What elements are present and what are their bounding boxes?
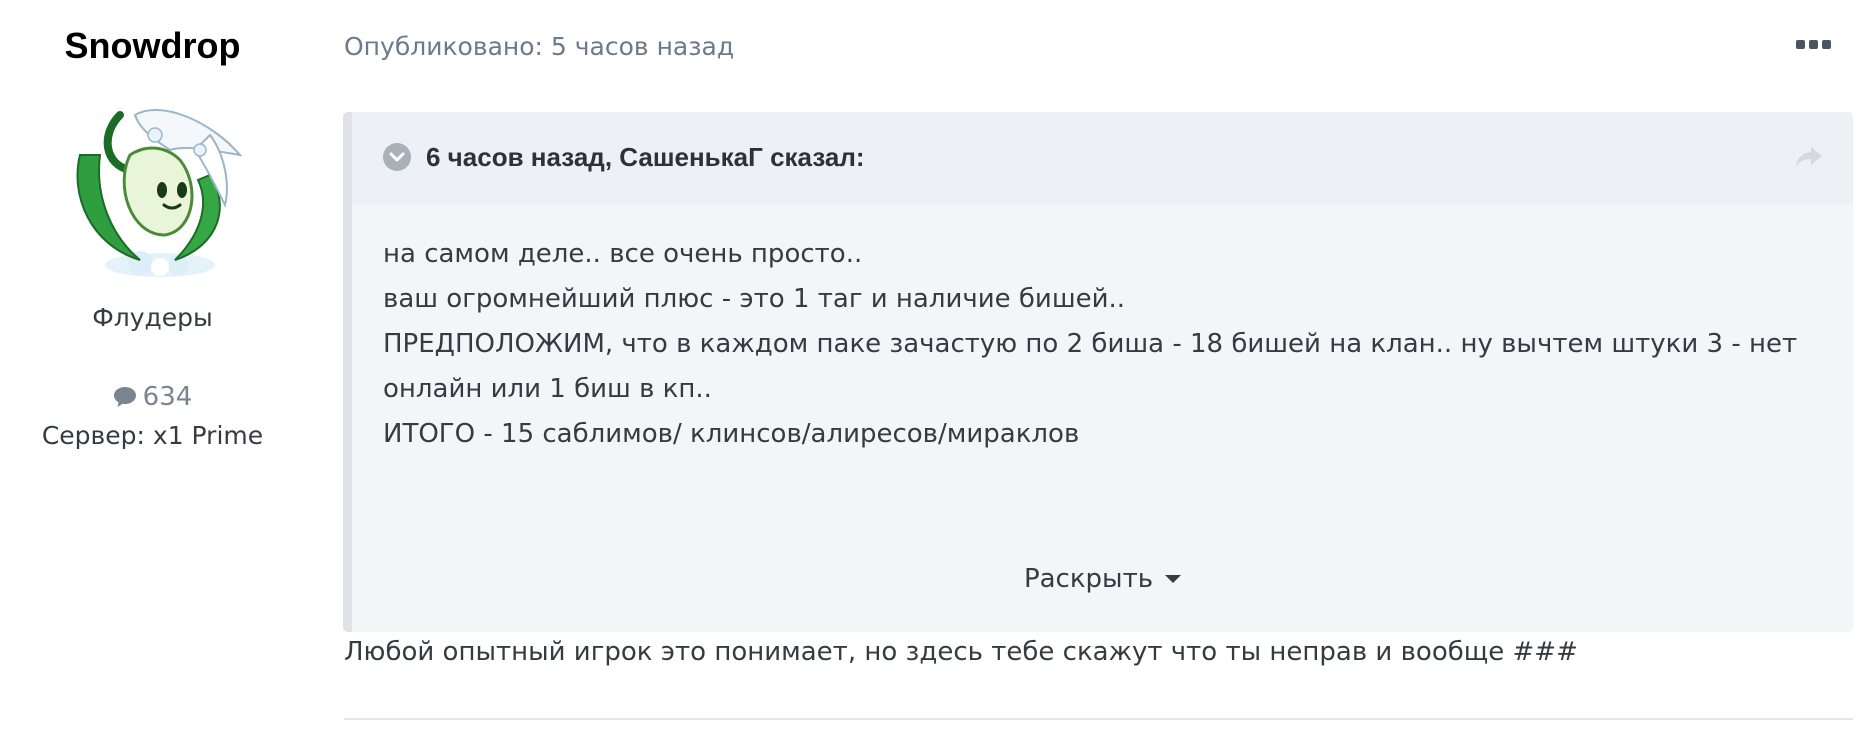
quote-body: на самом деле.. все очень просто.. ваш о… (383, 232, 1823, 457)
author-posts-count[interactable]: 634 (0, 382, 305, 412)
post-divider (344, 718, 1853, 720)
comment-icon (113, 387, 136, 407)
expand-label: Раскрыть (1023, 564, 1154, 594)
quote-block: 6 часов назад, СашенькаГ сказал: на само… (343, 112, 1853, 632)
chevron-down-circle-icon[interactable] (382, 142, 412, 172)
forum-post: Snowdrop Флудеры 634 Сервер: x1 Prime Оп… (0, 0, 1873, 730)
quote-fade (352, 492, 1853, 542)
author-group: Флудеры (92, 303, 213, 332)
author-posts-value: 634 (142, 382, 193, 412)
expand-button[interactable]: Раскрыть (352, 564, 1853, 594)
ellipsis-icon[interactable] (1796, 38, 1832, 52)
quote-header: 6 часов назад, СашенькаГ сказал: (352, 112, 1853, 204)
caret-down-icon (1165, 575, 1182, 583)
post-text: Любой опытный игрок это понимает, но зде… (344, 637, 1578, 667)
quote-citation[interactable]: 6 часов назад, СашенькаГ сказал: (426, 140, 865, 174)
avatar[interactable] (60, 95, 242, 277)
quote-line: ИТОГО - 15 саблимов/ клинсов/алиресов/ми… (383, 419, 1080, 449)
author-server: Сервер: x1 Prime (41, 421, 264, 450)
quote-line: ваш огромнейший плюс - это 1 таг и налич… (383, 284, 1126, 314)
author-name[interactable]: Snowdrop (0, 22, 305, 70)
post-date[interactable]: Опубликовано: 5 часов назад (344, 32, 734, 61)
share-icon[interactable] (1795, 145, 1823, 169)
quote-line: ПРЕДПОЛОЖИМ, что в каждом паке зачастую … (383, 329, 1798, 359)
quote-line: онлайн или 1 биш в кп.. (383, 374, 712, 404)
quote-line: на самом деле.. все очень просто.. (383, 239, 863, 269)
